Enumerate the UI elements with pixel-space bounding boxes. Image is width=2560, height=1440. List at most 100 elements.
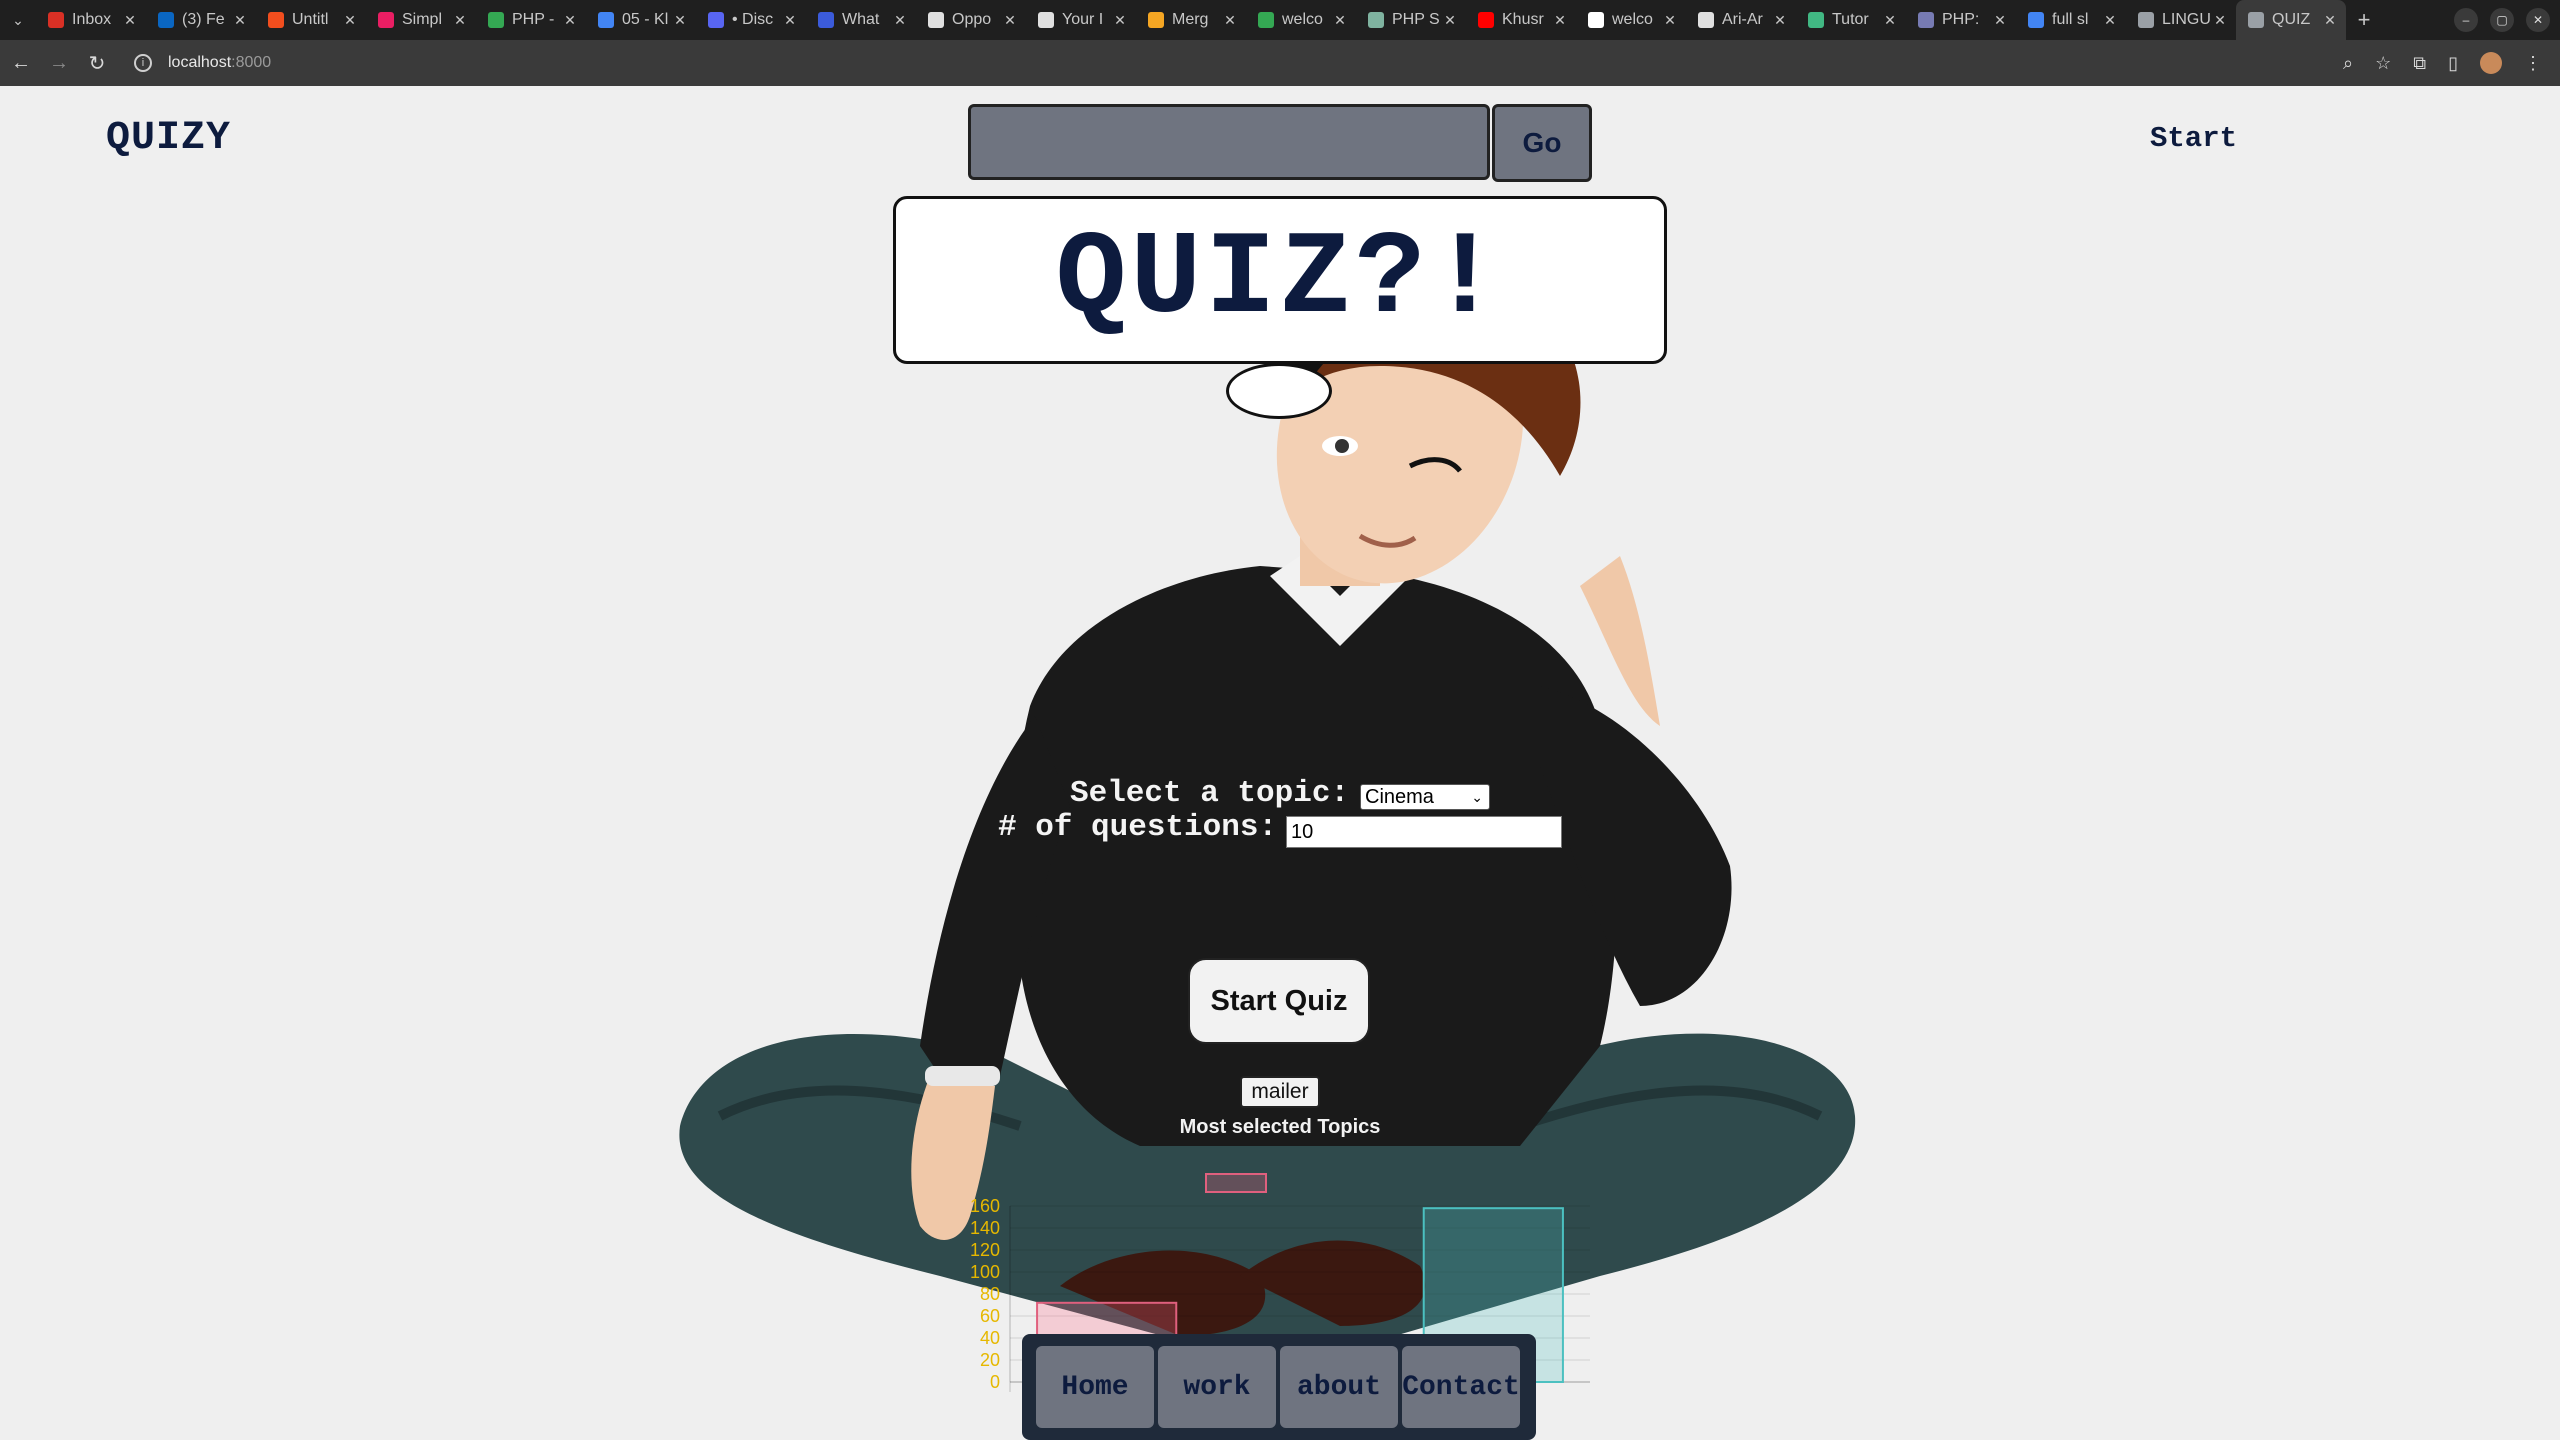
forward-icon[interactable]: → <box>42 46 76 80</box>
nav-home[interactable]: Home <box>1036 1346 1154 1428</box>
browser-tab[interactable]: Inbox ✕ <box>36 0 146 40</box>
browser-tab[interactable]: Merg ✕ <box>1136 0 1246 40</box>
tab-close-icon[interactable]: ✕ <box>1992 12 2008 29</box>
toolbar-actions: ⌕ ☆ ⧉ ▯ ⋮ <box>2343 52 2542 74</box>
topic-select[interactable]: Cinema ⌄ <box>1360 784 1490 810</box>
chart-legend-swatch <box>1205 1173 1267 1193</box>
tab-close-icon[interactable]: ✕ <box>122 12 138 29</box>
browser-tab[interactable]: Untitl ✕ <box>256 0 366 40</box>
tab-close-icon[interactable]: ✕ <box>782 12 798 29</box>
chart-y-tick-label: 40 <box>980 1328 1000 1348</box>
browser-tab[interactable]: Oppo ✕ <box>916 0 1026 40</box>
tab-close-icon[interactable]: ✕ <box>2322 12 2338 29</box>
tab-title: full sl <box>2052 11 2089 28</box>
browser-tab[interactable]: PHP: ✕ <box>1906 0 2016 40</box>
speech-bubble: QUIZ?! <box>893 196 1667 364</box>
browser-tab[interactable]: LINGU ✕ <box>2126 0 2236 40</box>
nav-work[interactable]: work <box>1158 1346 1276 1428</box>
menu-kebab-icon[interactable]: ⋮ <box>2524 53 2542 74</box>
tab-favicon-icon <box>1148 12 1164 28</box>
tab-favicon-icon <box>928 12 944 28</box>
side-panel-icon[interactable]: ▯ <box>2448 53 2458 74</box>
tab-favicon-icon <box>2138 12 2154 28</box>
close-window-icon[interactable]: ✕ <box>2526 8 2550 32</box>
start-link[interactable]: Start <box>2150 122 2237 155</box>
nav-contact[interactable]: Contact <box>1402 1346 1520 1428</box>
tab-title: • Disc <box>732 11 774 28</box>
chart-y-tick-label: 100 <box>970 1262 1000 1282</box>
tab-favicon-icon <box>1038 12 1054 28</box>
browser-tab[interactable]: 05 - Kl ✕ <box>586 0 696 40</box>
tab-title: Oppo <box>952 11 992 28</box>
tab-close-icon[interactable]: ✕ <box>562 12 578 29</box>
window-controls: – ▢ ✕ <box>2454 8 2550 32</box>
restore-icon[interactable]: ▢ <box>2490 8 2514 32</box>
tab-close-icon[interactable]: ✕ <box>1442 12 1458 29</box>
browser-tab[interactable]: full sl ✕ <box>2016 0 2126 40</box>
tab-title: PHP - <box>512 11 555 28</box>
browser-tab[interactable]: Ari-Ar ✕ <box>1686 0 1796 40</box>
back-icon[interactable]: ← <box>4 46 38 80</box>
nav-about[interactable]: about <box>1280 1346 1398 1428</box>
reload-icon[interactable]: ↻ <box>80 46 114 80</box>
go-button[interactable]: Go <box>1492 104 1592 182</box>
tab-title: What <box>842 11 880 28</box>
tab-close-icon[interactable]: ✕ <box>672 12 688 29</box>
browser-tab[interactable]: Simpl ✕ <box>366 0 476 40</box>
tab-search-icon[interactable]: ⌄ <box>0 0 36 40</box>
tab-strip: Inbox ✕ (3) Fe ✕ Untitl ✕ Simpl ✕ PHP - ✕ 05 - Kl ✕… <box>36 0 2346 40</box>
browser-tab[interactable]: PHP - ✕ <box>476 0 586 40</box>
tab-close-icon[interactable]: ✕ <box>342 12 358 29</box>
bubble-tail <box>1226 363 1332 419</box>
chart-y-tick-label: 80 <box>980 1284 1000 1304</box>
site-logo[interactable]: QUIZY <box>106 116 231 161</box>
chart-y-tick-label: 120 <box>970 1240 1000 1260</box>
tab-close-icon[interactable]: ✕ <box>1772 12 1788 29</box>
question-count-input[interactable]: 10 <box>1286 816 1562 848</box>
tab-close-icon[interactable]: ✕ <box>1112 12 1128 29</box>
tab-favicon-icon <box>1258 12 1274 28</box>
tab-favicon-icon <box>1808 12 1824 28</box>
extensions-icon[interactable]: ⧉ <box>2413 53 2426 74</box>
browser-tab[interactable]: Tutor ✕ <box>1796 0 1906 40</box>
address-bar: ← → ↻ i localhost:8000 ⌕ ☆ ⧉ ▯ ⋮ <box>0 40 2560 86</box>
chart-y-tick-label: 60 <box>980 1306 1000 1326</box>
tab-close-icon[interactable]: ✕ <box>892 12 908 29</box>
tab-title: Simpl <box>402 11 443 28</box>
tab-favicon-icon <box>1368 12 1384 28</box>
search-input[interactable] <box>968 104 1490 180</box>
browser-tab[interactable]: welco ✕ <box>1576 0 1686 40</box>
profile-avatar[interactable] <box>2480 52 2502 74</box>
browser-tab[interactable]: welco ✕ <box>1246 0 1356 40</box>
tab-close-icon[interactable]: ✕ <box>2102 12 2118 29</box>
tab-close-icon[interactable]: ✕ <box>1552 12 1568 29</box>
tab-title: QUIZ <box>2272 11 2311 28</box>
mailer-button[interactable]: mailer <box>1240 1076 1320 1108</box>
bottom-nav: Home work about Contact <box>1022 1334 1536 1440</box>
tab-close-icon[interactable]: ✕ <box>452 12 468 29</box>
tab-close-icon[interactable]: ✕ <box>232 12 248 29</box>
tab-close-icon[interactable]: ✕ <box>1662 12 1678 29</box>
zoom-icon[interactable]: ⌕ <box>2343 53 2353 74</box>
browser-tab[interactable]: Khusr ✕ <box>1466 0 1576 40</box>
bookmark-star-icon[interactable]: ☆ <box>2375 53 2391 74</box>
url-field[interactable]: i localhost:8000 <box>134 46 2343 80</box>
tab-close-icon[interactable]: ✕ <box>2212 12 2228 29</box>
browser-tab[interactable]: (3) Fe ✕ <box>146 0 256 40</box>
browser-tab[interactable]: PHP S ✕ <box>1356 0 1466 40</box>
tab-close-icon[interactable]: ✕ <box>1882 12 1898 29</box>
tab-title: Merg <box>1172 11 1209 28</box>
tab-favicon-icon <box>158 12 174 28</box>
minimize-icon[interactable]: – <box>2454 8 2478 32</box>
tab-close-icon[interactable]: ✕ <box>1222 12 1238 29</box>
tab-close-icon[interactable]: ✕ <box>1002 12 1018 29</box>
browser-tab[interactable]: Your I ✕ <box>1026 0 1136 40</box>
start-quiz-button[interactable]: Start Quiz <box>1188 958 1370 1044</box>
tab-close-icon[interactable]: ✕ <box>1332 12 1348 29</box>
browser-tab[interactable]: • Disc ✕ <box>696 0 806 40</box>
browser-tab[interactable]: QUIZ ✕ <box>2236 0 2346 40</box>
browser-tab[interactable]: What ✕ <box>806 0 916 40</box>
bubble-title: QUIZ?! <box>1055 213 1505 347</box>
new-tab-icon[interactable]: + <box>2346 7 2382 33</box>
site-info-icon[interactable]: i <box>134 54 152 72</box>
